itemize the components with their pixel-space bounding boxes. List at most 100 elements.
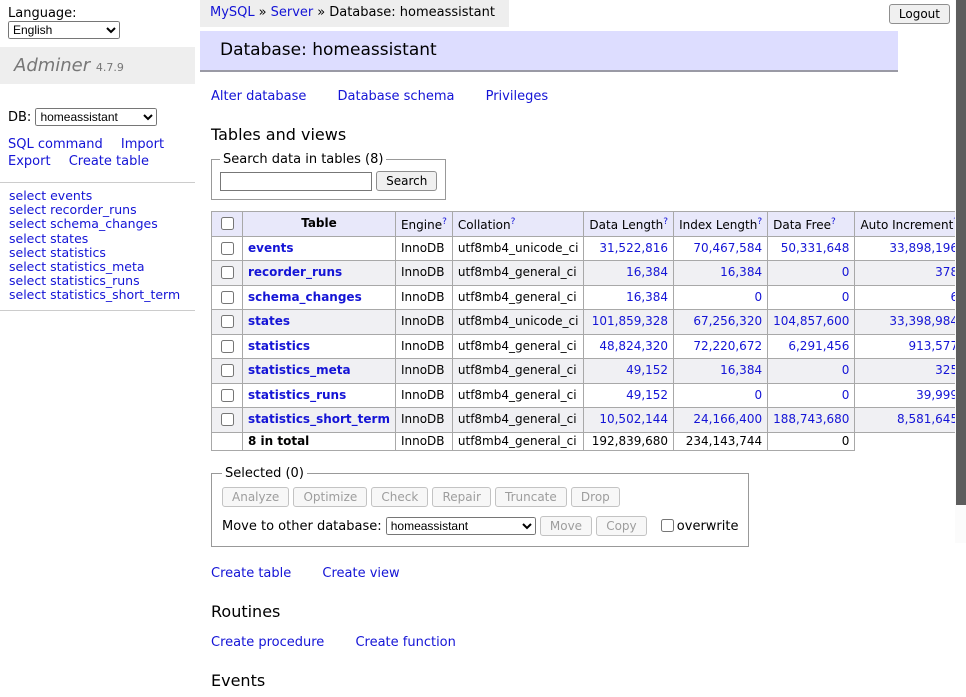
col-header-index-length: Index Length? bbox=[674, 212, 768, 237]
index-length-link[interactable]: 0 bbox=[754, 388, 762, 402]
row-checkbox[interactable] bbox=[221, 242, 234, 255]
row-checkbox[interactable] bbox=[221, 340, 234, 353]
data-free-link[interactable]: 0 bbox=[842, 388, 850, 402]
data-free-link[interactable]: 188,743,680 bbox=[773, 412, 849, 426]
data-length-link[interactable]: 10,502,144 bbox=[599, 412, 668, 426]
truncate-button[interactable]: Truncate bbox=[495, 487, 567, 507]
index-length-link[interactable]: 16,384 bbox=[720, 363, 762, 377]
index-length-link[interactable]: 70,467,584 bbox=[693, 241, 762, 255]
routines-heading: Routines bbox=[211, 602, 955, 621]
sidebar-item-select-statistics-runs[interactable]: select statistics_runs bbox=[9, 274, 186, 288]
col-header-data-free-label: Data Free bbox=[773, 218, 831, 232]
table-total-row: 8 in total InnoDB utf8mb4_general_ci 192… bbox=[212, 432, 966, 451]
create-function-link[interactable]: Create function bbox=[355, 635, 455, 650]
data-length-link[interactable]: 49,152 bbox=[626, 363, 668, 377]
collation-cell: utf8mb4_general_ci bbox=[452, 408, 584, 433]
table-row: states InnoDB utf8mb4_unicode_ci 101,859… bbox=[212, 310, 966, 335]
row-checkbox[interactable] bbox=[221, 266, 234, 279]
index-length-link[interactable]: 16,384 bbox=[720, 265, 762, 279]
data-free-link[interactable]: 0 bbox=[842, 290, 850, 304]
copy-button[interactable]: Copy bbox=[596, 516, 646, 536]
select-all-checkbox[interactable] bbox=[221, 217, 234, 230]
export-link[interactable]: Export bbox=[8, 154, 51, 169]
table-link[interactable]: recorder_runs bbox=[248, 265, 342, 279]
data-free-link[interactable]: 6,291,456 bbox=[788, 339, 849, 353]
table-link[interactable]: statistics bbox=[248, 339, 310, 353]
breadcrumb-server-link[interactable]: Server bbox=[271, 5, 314, 20]
sql-command-link[interactable]: SQL command bbox=[8, 137, 103, 152]
sidebar-item-select-recorder-runs[interactable]: select recorder_runs bbox=[9, 203, 186, 217]
scrollbar-thumb[interactable] bbox=[956, 0, 966, 505]
database-schema-link[interactable]: Database schema bbox=[338, 89, 455, 104]
data-length-link[interactable]: 16,384 bbox=[626, 290, 668, 304]
auto-increment-link[interactable]: 33,898,196 bbox=[889, 241, 958, 255]
alter-database-link[interactable]: Alter database bbox=[211, 89, 306, 104]
data-free-link[interactable]: 104,857,600 bbox=[773, 314, 849, 328]
data-length-help-link[interactable]: ? bbox=[663, 217, 668, 227]
language-select[interactable]: English bbox=[8, 21, 120, 39]
overwrite-checkbox[interactable] bbox=[661, 519, 674, 532]
sidebar-item-select-statistics[interactable]: select statistics bbox=[9, 246, 186, 260]
create-view-link[interactable]: Create view bbox=[322, 566, 399, 581]
check-button[interactable]: Check bbox=[371, 487, 428, 507]
table-link[interactable]: events bbox=[248, 241, 294, 255]
search-input[interactable] bbox=[220, 172, 372, 191]
breadcrumb-mysql-link[interactable]: MySQL bbox=[210, 5, 255, 20]
scrollbar[interactable] bbox=[955, 0, 966, 543]
auto-increment-link[interactable]: 8,581,645 bbox=[897, 412, 958, 426]
db-select[interactable]: homeassistant bbox=[35, 108, 157, 126]
sidebar-item-select-statistics-meta[interactable]: select statistics_meta bbox=[9, 260, 186, 274]
auto-increment-link[interactable]: 913,577 bbox=[908, 339, 958, 353]
index-length-link[interactable]: 72,220,672 bbox=[693, 339, 762, 353]
data-free-link[interactable]: 0 bbox=[842, 265, 850, 279]
sidebar-item-select-events[interactable]: select events bbox=[9, 189, 186, 203]
sidebar-item-select-states[interactable]: select states bbox=[9, 232, 186, 246]
data-length-link[interactable]: 31,522,816 bbox=[599, 241, 668, 255]
table-link[interactable]: schema_changes bbox=[248, 290, 362, 304]
create-procedure-link[interactable]: Create procedure bbox=[211, 635, 324, 650]
auto-increment-link[interactable]: 33,398,984 bbox=[889, 314, 958, 328]
data-length-link[interactable]: 101,859,328 bbox=[592, 314, 668, 328]
logout-button[interactable]: Logout bbox=[889, 4, 950, 24]
sidebar-item-select-schema-changes[interactable]: select schema_changes bbox=[9, 217, 186, 231]
auto-increment-link[interactable]: 39,999 bbox=[916, 388, 958, 402]
index-length-link[interactable]: 0 bbox=[754, 290, 762, 304]
adminer-logo-link[interactable]: Adminer bbox=[14, 55, 90, 76]
table-link[interactable]: statistics_short_term bbox=[248, 412, 390, 426]
sidebar-item-select-statistics-short-term[interactable]: select statistics_short_term bbox=[9, 288, 186, 302]
data-free-link[interactable]: 0 bbox=[842, 363, 850, 377]
row-checkbox[interactable] bbox=[221, 315, 234, 328]
sidebar-actions: SQL command Import Export Create table bbox=[8, 136, 180, 170]
repair-button[interactable]: Repair bbox=[432, 487, 490, 507]
drop-button[interactable]: Drop bbox=[571, 487, 620, 507]
table-link[interactable]: states bbox=[248, 314, 290, 328]
move-button[interactable]: Move bbox=[540, 516, 592, 536]
privileges-link[interactable]: Privileges bbox=[486, 89, 549, 104]
move-db-select[interactable]: homeassistant bbox=[386, 517, 536, 535]
data-length-link[interactable]: 48,824,320 bbox=[599, 339, 668, 353]
engine-cell: InnoDB bbox=[395, 383, 452, 408]
row-checkbox[interactable] bbox=[221, 413, 234, 426]
index-length-help-link[interactable]: ? bbox=[757, 217, 762, 227]
collation-help-link[interactable]: ? bbox=[511, 217, 516, 227]
optimize-button[interactable]: Optimize bbox=[293, 487, 367, 507]
row-checkbox[interactable] bbox=[221, 389, 234, 402]
engine-help-link[interactable]: ? bbox=[442, 217, 447, 227]
data-free-help-link[interactable]: ? bbox=[831, 217, 836, 227]
create-table-link[interactable]: Create table bbox=[211, 566, 291, 581]
index-length-link[interactable]: 67,256,320 bbox=[693, 314, 762, 328]
index-length-link[interactable]: 24,166,400 bbox=[693, 412, 762, 426]
table-row: events InnoDB utf8mb4_unicode_ci 31,522,… bbox=[212, 236, 966, 261]
analyze-button[interactable]: Analyze bbox=[222, 487, 289, 507]
search-button[interactable]: Search bbox=[376, 171, 437, 191]
row-checkbox[interactable] bbox=[221, 364, 234, 377]
create-table-link-sidebar[interactable]: Create table bbox=[69, 154, 149, 169]
row-check-cell bbox=[212, 408, 243, 433]
data-length-link[interactable]: 16,384 bbox=[626, 265, 668, 279]
table-link[interactable]: statistics_runs bbox=[248, 388, 346, 402]
data-free-link[interactable]: 50,331,648 bbox=[781, 241, 850, 255]
table-link[interactable]: statistics_meta bbox=[248, 363, 351, 377]
data-length-link[interactable]: 49,152 bbox=[626, 388, 668, 402]
row-checkbox[interactable] bbox=[221, 291, 234, 304]
import-link[interactable]: Import bbox=[121, 137, 164, 152]
